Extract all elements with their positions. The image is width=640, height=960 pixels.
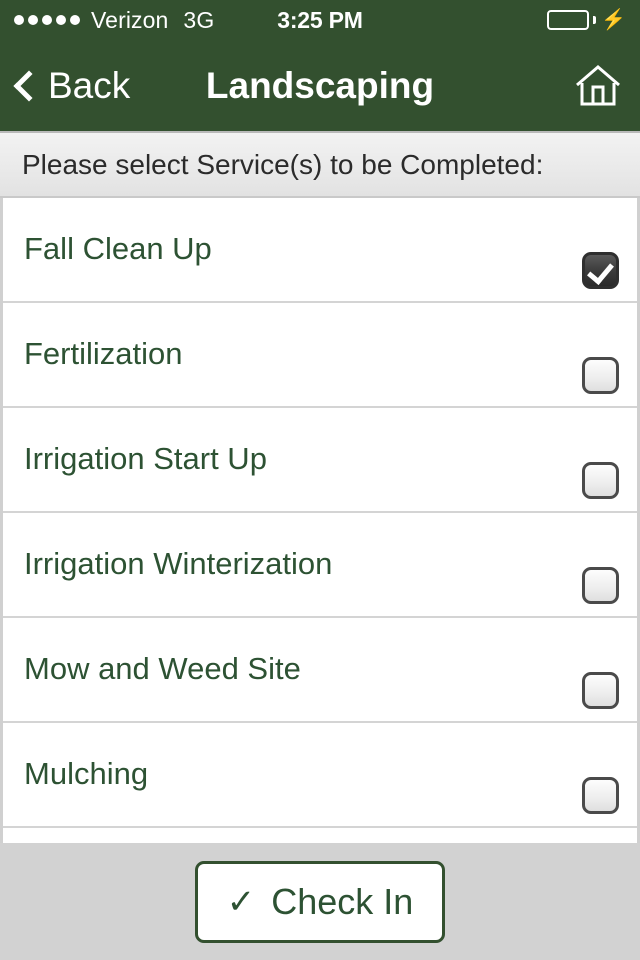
service-label: Mulching [24, 756, 149, 791]
service-label: Irrigation Winterization [24, 546, 333, 581]
list-item[interactable]: Fall Clean Up [3, 198, 637, 303]
service-checkbox[interactable] [582, 567, 619, 604]
status-bar-left: Verizon 3G [14, 7, 214, 34]
list-item[interactable]: Irrigation Winterization [3, 513, 637, 618]
home-icon [576, 64, 620, 105]
carrier-label: Verizon [91, 6, 169, 33]
service-list[interactable]: Fall Clean Up Fertilization Irrigation S… [0, 198, 640, 843]
list-item[interactable]: Mow and Weed Site [3, 618, 637, 723]
check-in-button-label: Check In [271, 880, 414, 922]
service-checkbox[interactable] [582, 357, 619, 394]
service-checkbox[interactable] [582, 777, 619, 814]
app-screen: Verizon 3G 3:25 PM ⚡ Back Landscaping Pl… [0, 0, 640, 960]
lightning-bolt-icon: ⚡ [600, 9, 626, 31]
network-type-label: 3G [183, 6, 215, 33]
service-label: Fertilization [24, 336, 183, 371]
service-label: Irrigation Start Up [24, 441, 267, 476]
home-button[interactable] [574, 64, 622, 108]
navigation-bar: Back Landscaping [0, 40, 640, 131]
clock-label: 3:25 PM [277, 6, 363, 33]
list-item[interactable]: Mulching [3, 723, 637, 828]
service-label: Fall Clean Up [24, 231, 212, 266]
list-item[interactable]: Fertilization [3, 303, 637, 408]
service-checkbox[interactable] [582, 672, 619, 709]
status-bar-right: ⚡ [546, 9, 626, 31]
service-checkbox[interactable] [582, 252, 619, 289]
status-bar: Verizon 3G 3:25 PM ⚡ [0, 0, 640, 40]
battery-cap [592, 16, 596, 24]
instruction-bar: Please select Service(s) to be Completed… [0, 131, 640, 198]
footer-bar: ✓ Check In [0, 843, 640, 960]
check-in-button[interactable]: ✓ Check In [195, 860, 445, 943]
list-item[interactable]: Irrigation Start Up [3, 408, 637, 513]
back-button[interactable]: Back [13, 64, 131, 107]
checkmark-icon: ✓ [226, 882, 256, 921]
service-checkbox[interactable] [582, 462, 619, 499]
back-button-label: Back [48, 64, 131, 106]
battery-icon [546, 10, 589, 30]
chevron-left-icon [13, 69, 45, 102]
service-label: Mow and Weed Site [24, 651, 301, 686]
signal-strength-icon [14, 15, 80, 25]
